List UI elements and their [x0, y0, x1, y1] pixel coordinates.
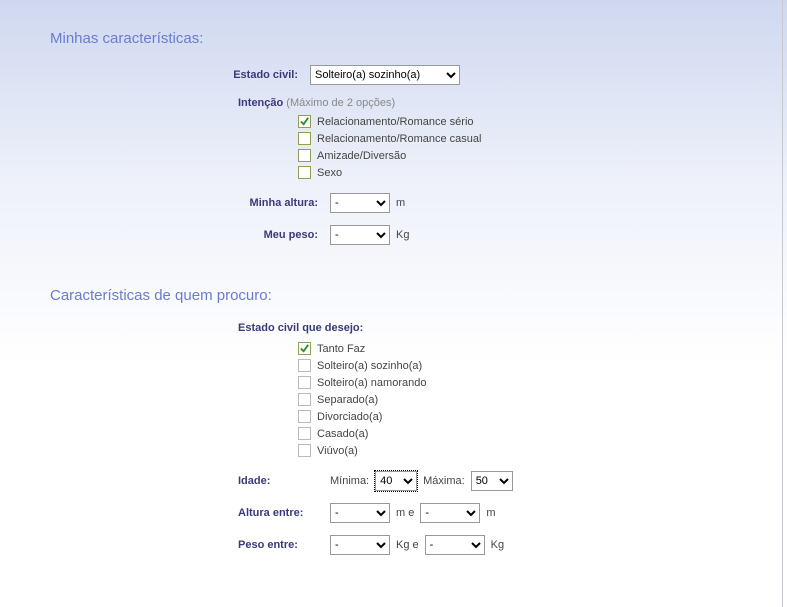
- checkbox-label: Separado(a): [317, 394, 378, 406]
- hint-intencao: (Máximo de 2 opções): [286, 97, 395, 109]
- intencao-option-2: Amizade/Diversão: [298, 149, 787, 162]
- checkbox-intencao-amizade[interactable]: [298, 149, 311, 162]
- checkbox-label: Viúvo(a): [317, 445, 358, 457]
- section-title-seeking: Características de quem procuro:: [50, 287, 787, 304]
- estado-civil-desejo-options: Tanto Faz Solteiro(a) sozinho(a) Solteir…: [298, 342, 787, 457]
- row-peso-entre: Peso entre: - Kg e - Kg: [50, 535, 787, 555]
- row-estado-civil: Estado civil: Solteiro(a) sozinho(a): [50, 65, 787, 85]
- intencao-option-0: Relacionamento/Romance sério: [298, 115, 787, 128]
- select-idade-minima[interactable]: 40: [375, 471, 417, 491]
- checkbox-label: Divorciado(a): [317, 411, 382, 423]
- row-intencao-label: Intenção (Máximo de 2 opções): [238, 97, 787, 109]
- label-peso-entre: Peso entre:: [50, 539, 330, 551]
- checkbox-label: Solteiro(a) sozinho(a): [317, 360, 422, 372]
- ecd-option-2: Solteiro(a) namorando: [298, 376, 787, 389]
- checkbox-label: Casado(a): [317, 428, 368, 440]
- select-meu-peso[interactable]: -: [330, 225, 390, 245]
- row-meu-peso: Meu peso: - Kg: [50, 225, 787, 245]
- checkbox-viuvo[interactable]: [298, 444, 311, 457]
- label-meu-peso: Meu peso:: [50, 229, 330, 241]
- conj-altura: m e: [396, 507, 414, 519]
- checkbox-label: Solteiro(a) namorando: [317, 377, 426, 389]
- ecd-option-5: Casado(a): [298, 427, 787, 440]
- checkbox-label: Relacionamento/Romance casual: [317, 133, 481, 145]
- checkbox-intencao-casual[interactable]: [298, 132, 311, 145]
- checkbox-casado[interactable]: [298, 427, 311, 440]
- intencao-option-1: Relacionamento/Romance casual: [298, 132, 787, 145]
- ecd-option-4: Divorciado(a): [298, 410, 787, 423]
- label-intencao: Intenção: [238, 97, 283, 109]
- label-estado-civil-desejo: Estado civil que desejo:: [238, 322, 787, 334]
- unit-peso-kg: Kg: [491, 539, 504, 551]
- row-altura-entre: Altura entre: - m e - m: [50, 503, 787, 523]
- checkbox-tanto-faz[interactable]: [298, 342, 311, 355]
- ecd-option-3: Separado(a): [298, 393, 787, 406]
- ecd-option-0: Tanto Faz: [298, 342, 787, 355]
- select-idade-maxima[interactable]: 50: [471, 471, 513, 491]
- checkbox-separado[interactable]: [298, 393, 311, 406]
- ecd-option-6: Viúvo(a): [298, 444, 787, 457]
- section-title-my-characteristics: Minhas características:: [50, 30, 787, 47]
- checkbox-solteiro-namorando[interactable]: [298, 376, 311, 389]
- label-altura-entre: Altura entre:: [50, 507, 330, 519]
- select-peso-min[interactable]: -: [330, 535, 390, 555]
- label-estado-civil: Estado civil:: [50, 69, 310, 81]
- label-idade-minima: Mínima:: [330, 475, 369, 487]
- checkbox-label: Relacionamento/Romance sério: [317, 116, 474, 128]
- unit-altura-m: m: [486, 507, 495, 519]
- checkbox-label: Amizade/Diversão: [317, 150, 406, 162]
- select-minha-altura[interactable]: -: [330, 193, 390, 213]
- checkbox-intencao-sexo[interactable]: [298, 166, 311, 179]
- label-idade: Idade:: [50, 475, 280, 487]
- unit-kg: Kg: [396, 229, 409, 241]
- intencao-options: Relacionamento/Romance sério Relacioname…: [298, 115, 787, 179]
- ecd-option-1: Solteiro(a) sozinho(a): [298, 359, 787, 372]
- label-idade-maxima: Máxima:: [423, 475, 465, 487]
- select-altura-min[interactable]: -: [330, 503, 390, 523]
- checkbox-label: Sexo: [317, 167, 342, 179]
- intencao-option-3: Sexo: [298, 166, 787, 179]
- row-minha-altura: Minha altura: - m: [50, 193, 787, 213]
- unit-m: m: [396, 197, 405, 209]
- form-content: Minhas características: Estado civil: So…: [0, 0, 787, 555]
- checkbox-label: Tanto Faz: [317, 343, 365, 355]
- page-border: [782, 0, 783, 607]
- select-altura-max[interactable]: -: [420, 503, 480, 523]
- label-minha-altura: Minha altura:: [50, 197, 330, 209]
- select-peso-max[interactable]: -: [425, 535, 485, 555]
- conj-peso: Kg e: [396, 539, 419, 551]
- checkbox-intencao-serio[interactable]: [298, 115, 311, 128]
- checkbox-divorciado[interactable]: [298, 410, 311, 423]
- select-estado-civil[interactable]: Solteiro(a) sozinho(a): [310, 65, 460, 85]
- row-idade: Idade: Mínima: 40 Máxima: 50: [50, 471, 787, 491]
- checkbox-solteiro-sozinho[interactable]: [298, 359, 311, 372]
